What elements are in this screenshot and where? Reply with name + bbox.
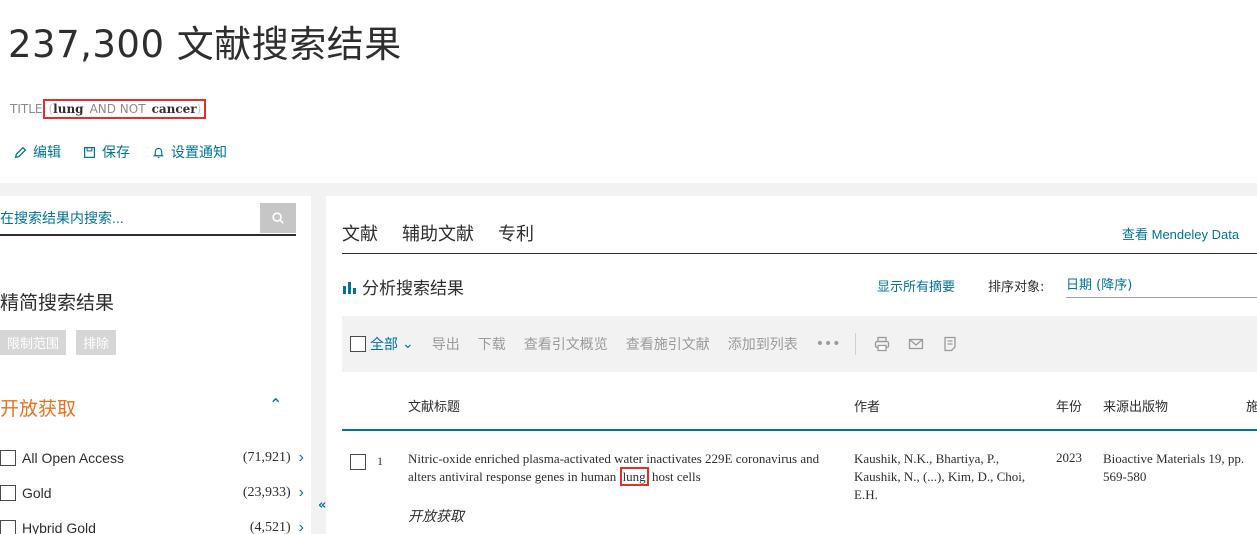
- add-to-list-button[interactable]: 添加到列表: [728, 334, 798, 354]
- result-title-link[interactable]: Nitric-oxide enriched plasma-activated w…: [408, 450, 844, 486]
- facet-label: All Open Access: [22, 449, 124, 466]
- open-access-item-gold[interactable]: Gold (23,933) ›: [0, 475, 304, 510]
- edit-label: 编辑: [33, 145, 61, 161]
- page-title: 237,300 文献搜索结果: [8, 23, 402, 66]
- result-source[interactable]: Bioactive Materials 19, pp. 569-580: [1103, 450, 1253, 486]
- checkbox[interactable]: [0, 484, 16, 501]
- download-button[interactable]: 下载: [478, 334, 506, 354]
- tab-secondary-documents[interactable]: 辅助文献: [402, 220, 474, 246]
- refine-chips: 限制范围 排除: [0, 330, 117, 355]
- sort-underline: [1066, 297, 1257, 298]
- column-header-title[interactable]: 文献标题: [408, 396, 460, 415]
- chevron-right-icon[interactable]: ›: [299, 449, 304, 467]
- table-header-divider: [342, 429, 1257, 431]
- column-header-cited-by[interactable]: 施: [1246, 396, 1257, 415]
- query-term-exclude: cancer: [151, 102, 197, 116]
- chevron-right-icon[interactable]: ›: [299, 484, 304, 502]
- search-within-box: [0, 203, 296, 236]
- search-icon: [272, 212, 284, 224]
- search-query: TITLE ( lung AND NOT cancer ): [10, 99, 207, 119]
- bell-icon: [153, 147, 164, 158]
- result-number: 1: [377, 454, 383, 468]
- limit-to-button[interactable]: 限制范围: [0, 330, 67, 355]
- refine-sidebar: 精简搜索结果 限制范围 排除 开放获取 ⌃ All Open Access (7…: [0, 196, 311, 534]
- toolbar-divider: [854, 333, 856, 355]
- analyze-results-label: 分析搜索结果: [362, 279, 464, 299]
- pencil-icon: [14, 146, 27, 158]
- search-term-highlight: lung: [619, 467, 649, 486]
- chevron-right-icon[interactable]: ›: [299, 519, 304, 534]
- edit-button[interactable]: 编辑: [14, 142, 61, 162]
- facet-count: (4,521): [249, 519, 291, 534]
- open-access-label: 开放获取: [408, 510, 464, 525]
- set-alert-label: 设置通知: [171, 145, 227, 161]
- select-all-dropdown[interactable]: 全部 ⌄: [350, 334, 414, 354]
- citation-overview-button[interactable]: 查看引文概览: [524, 334, 608, 354]
- refine-results-heading: 精简搜索结果: [0, 292, 115, 314]
- search-within-input[interactable]: [0, 203, 240, 233]
- result-checkbox[interactable]: [350, 454, 366, 470]
- tabs-divider: [342, 253, 1257, 254]
- facet-label: Gold: [22, 484, 52, 501]
- query-field-prefix: TITLE: [10, 102, 43, 116]
- result-year: 2023: [1056, 450, 1082, 465]
- show-all-abstracts-link[interactable]: 显示所有摘要: [877, 276, 955, 295]
- cited-by-button[interactable]: 查看施引文献: [626, 334, 710, 354]
- results-panel: 文献 辅助文献 专利 查看 Mendeley Data 分析搜索结果 显示所有摘…: [326, 196, 1257, 534]
- results-toolbar: 全部 ⌄ 导出 下载 查看引文概览 查看施引文献 添加到列表 •••: [342, 316, 1257, 372]
- more-options-button[interactable]: •••: [816, 336, 841, 352]
- open-access-list: All Open Access (71,921) › Gold (23,933)…: [0, 440, 304, 534]
- checkbox[interactable]: [0, 449, 16, 466]
- sort-select[interactable]: 日期 (降序): [1066, 274, 1132, 293]
- chevron-up-icon[interactable]: ⌃: [269, 395, 282, 414]
- select-all-label: 全部: [370, 337, 398, 353]
- analyze-results-link[interactable]: 分析搜索结果: [342, 274, 464, 299]
- exclude-button[interactable]: 排除: [76, 330, 117, 355]
- save-button[interactable]: 保存: [83, 142, 130, 162]
- facet-count: (23,933): [242, 484, 291, 500]
- open-access-item-hybrid-gold[interactable]: Hybrid Gold (4,521) ›: [0, 510, 304, 534]
- query-paren-close: ): [196, 102, 202, 116]
- query-actions: 编辑 保存 设置通知: [14, 142, 227, 162]
- result-title-text: host cells: [651, 469, 701, 484]
- bar-chart-icon: [343, 281, 356, 294]
- open-access-item-all[interactable]: All Open Access (71,921) ›: [0, 440, 304, 475]
- save-icon: [84, 146, 95, 158]
- chevron-down-icon: ⌄: [402, 336, 414, 352]
- email-icon[interactable]: [908, 336, 924, 352]
- document-type-tabs: 文献 辅助文献 专利: [342, 220, 534, 246]
- tab-documents[interactable]: 文献: [342, 220, 378, 246]
- mendeley-data-link[interactable]: 查看 Mendeley Data: [1122, 224, 1239, 243]
- search-within-button[interactable]: [260, 203, 296, 233]
- bibliography-icon[interactable]: [942, 336, 958, 352]
- result-authors[interactable]: Kaushik, N.K., Bhartiya, P., Kaushik, N.…: [854, 450, 1044, 504]
- set-alert-button[interactable]: 设置通知: [152, 142, 227, 162]
- facet-count: (71,921): [242, 449, 291, 465]
- column-header-source[interactable]: 来源出版物: [1103, 396, 1168, 415]
- print-icon[interactable]: [874, 336, 890, 352]
- open-access-heading[interactable]: 开放获取: [0, 394, 76, 421]
- column-header-authors[interactable]: 作者: [854, 396, 880, 415]
- save-label: 保存: [102, 145, 130, 161]
- sort-label: 排序对象:: [988, 280, 1045, 295]
- select-all-checkbox[interactable]: [350, 336, 366, 352]
- result-title-text: Nitric-oxide enriched plasma-activated w…: [408, 451, 820, 484]
- query-operator: AND NOT: [89, 102, 146, 116]
- facet-label: Hybrid Gold: [22, 519, 96, 534]
- checkbox[interactable]: [0, 519, 16, 534]
- query-highlight-box: ( lung AND NOT cancer ): [43, 99, 207, 119]
- query-term-include: lung: [53, 102, 84, 116]
- tab-patents[interactable]: 专利: [498, 220, 534, 246]
- export-button[interactable]: 导出: [432, 334, 460, 354]
- column-header-year[interactable]: 年份: [1056, 396, 1082, 415]
